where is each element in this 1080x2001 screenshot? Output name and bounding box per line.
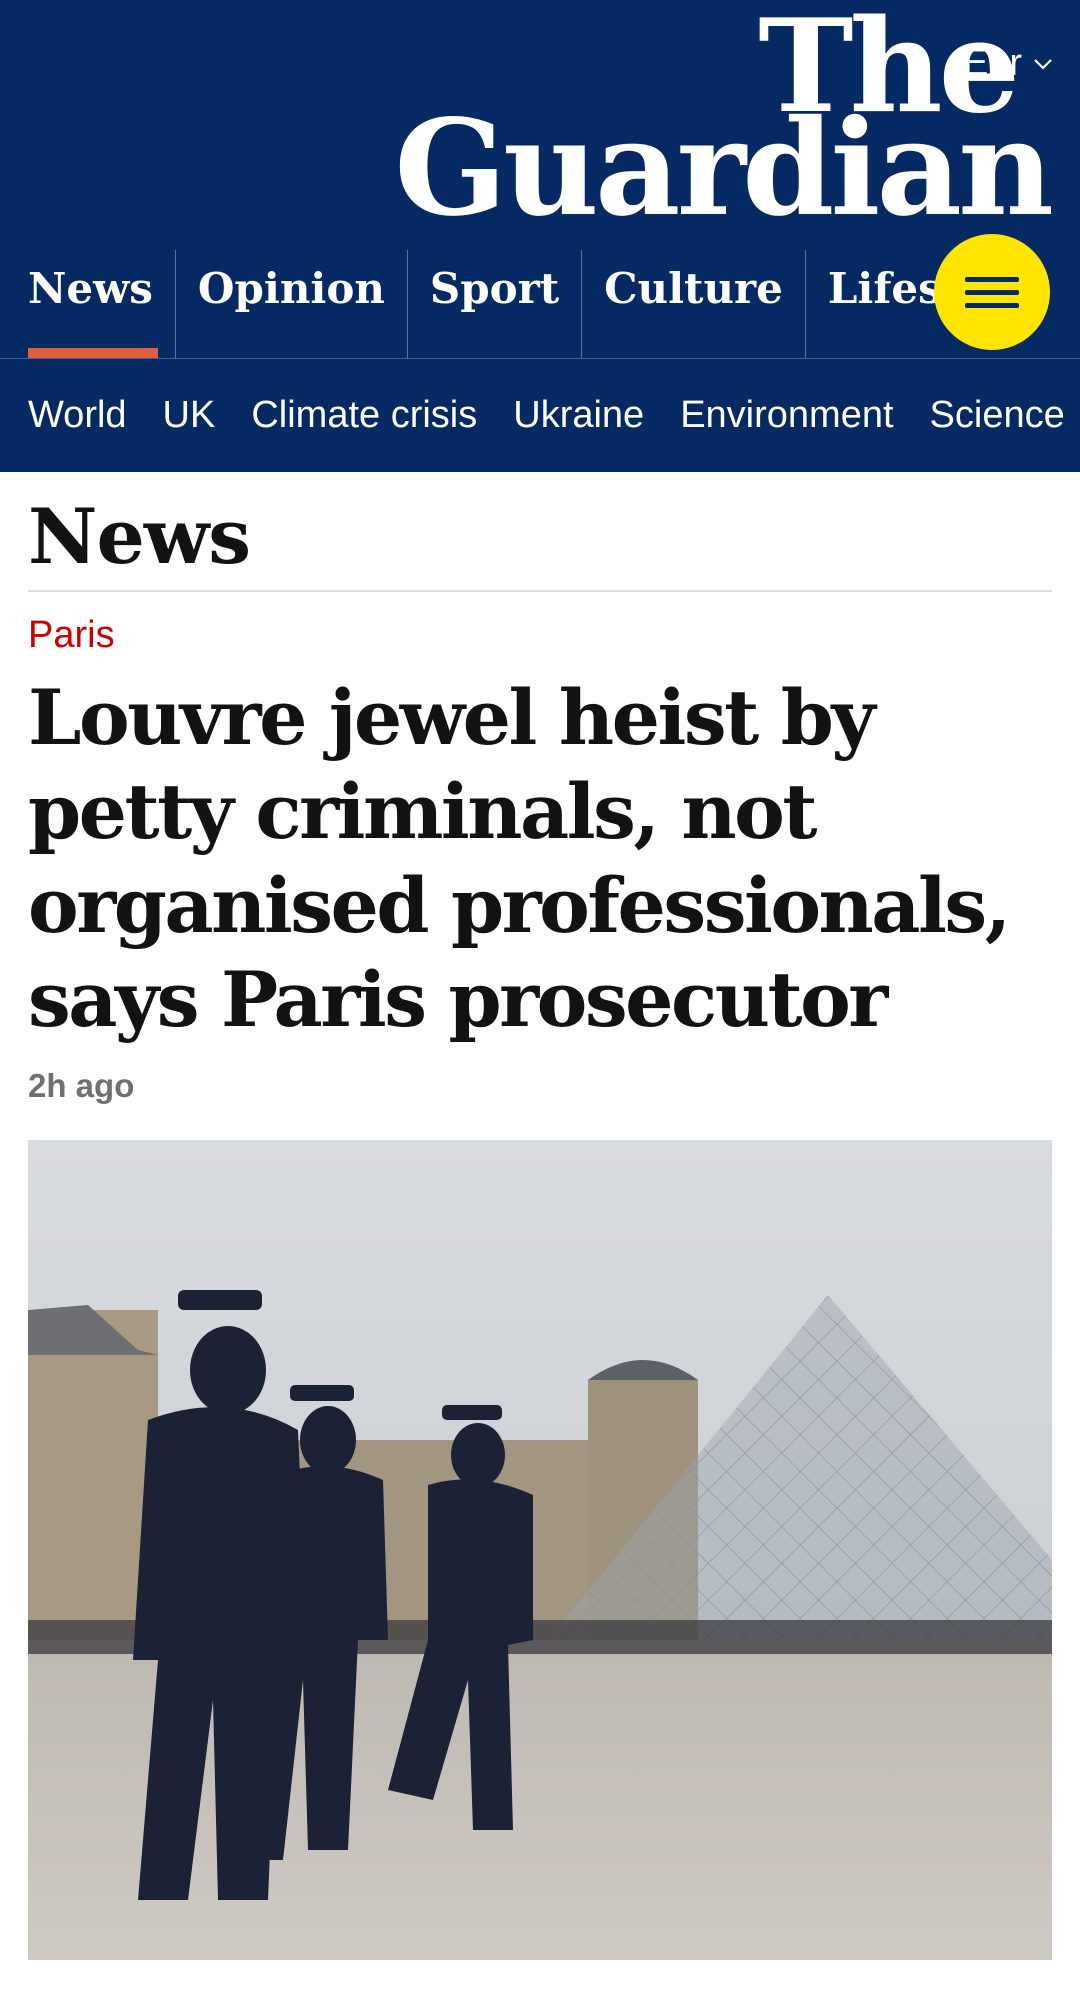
louvre-photo	[28, 1140, 1052, 1960]
subnav-environment[interactable]: Environment	[680, 394, 893, 437]
article-age: 2h ago	[28, 1067, 135, 1104]
sub-navigation: World UK Climate crisis Ukraine Environm…	[0, 358, 1080, 472]
menu-button[interactable]	[934, 234, 1050, 350]
article-kicker[interactable]: Paris	[0, 592, 1080, 657]
pillar-news[interactable]: News	[0, 250, 175, 358]
pillar-sport[interactable]: Sport	[406, 250, 581, 358]
logo-line-2: Guardian	[394, 90, 1054, 246]
pillar-opinion[interactable]: Opinion	[174, 250, 407, 358]
site-header: Eur The Guardian News Opinion Sport Cult…	[0, 0, 1080, 358]
article-image[interactable]	[28, 1140, 1052, 1960]
guardian-logo[interactable]: The Guardian	[394, 3, 1054, 246]
subnav-world[interactable]: World	[28, 394, 127, 437]
hamburger-icon	[965, 269, 1019, 316]
subnav-uk[interactable]: UK	[163, 394, 216, 437]
article-headline[interactable]: Louvre jewel heist by petty criminals, n…	[28, 671, 1052, 1047]
subnav-ukraine[interactable]: Ukraine	[513, 394, 644, 437]
pillar-nav: News Opinion Sport Culture Lifestyle	[0, 250, 1080, 358]
subnav-science[interactable]: Science	[930, 394, 1065, 437]
pillar-culture[interactable]: Culture	[581, 250, 805, 358]
subnav-climate-crisis[interactable]: Climate crisis	[251, 394, 477, 437]
section-title: News	[28, 492, 251, 581]
